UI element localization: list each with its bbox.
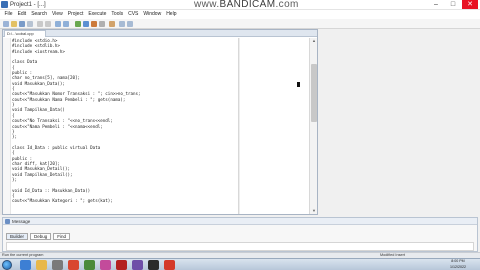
code-area[interactable]: #include <stdio.h> #include <stdlib.h> #in… — [12, 38, 236, 214]
compile-icon[interactable] — [75, 21, 81, 27]
tab-debug[interactable]: Debug — [30, 233, 52, 240]
watermark-prefix: www. — [194, 0, 220, 10]
replace-icon[interactable] — [63, 21, 69, 27]
editor-vertical-scrollbar[interactable]: ▲ ▼ — [309, 38, 317, 214]
message-output — [6, 242, 474, 251]
new-project-icon[interactable] — [119, 21, 125, 27]
message-header: Message — [3, 218, 477, 225]
app-icon-dark-red[interactable] — [116, 260, 127, 270]
taskbar: 8:00 PM 1/12/2022 — [0, 258, 480, 270]
editor-window: D:\...\cobal.cpp #include <stdio.h> #incl… — [2, 29, 318, 215]
menu-file[interactable]: File — [2, 10, 15, 19]
message-panel: Message Builder Debug Find — [2, 217, 478, 252]
scroll-thumb[interactable] — [311, 64, 317, 122]
save-icon[interactable] — [19, 21, 25, 27]
find-icon[interactable] — [55, 21, 61, 27]
undo-icon[interactable] — [37, 21, 43, 27]
app-icon-green[interactable] — [84, 260, 95, 270]
new-file-icon[interactable] — [3, 21, 9, 27]
menu-search[interactable]: Search — [29, 10, 50, 19]
project-options-icon[interactable] — [127, 21, 133, 27]
menu-help[interactable]: Help — [164, 10, 179, 19]
empty-workspace — [318, 29, 480, 215]
editor-tab[interactable]: D:\...\cobal.cpp — [4, 30, 46, 37]
debug-icon[interactable] — [109, 21, 115, 27]
app-icon-purple[interactable] — [132, 260, 143, 270]
editor-gutter — [3, 38, 11, 214]
media-icon[interactable] — [52, 260, 63, 270]
menu-tools[interactable]: Tools — [109, 10, 126, 19]
app-icon-red[interactable] — [68, 260, 79, 270]
scroll-up-icon[interactable]: ▲ — [311, 38, 317, 44]
save-all-icon[interactable] — [27, 21, 33, 27]
run-icon[interactable] — [83, 21, 89, 27]
screen: Project1 - [...] www.BANDICAM.com – □ ✕ … — [0, 0, 480, 270]
app-icon — [1, 1, 8, 8]
menu-execute[interactable]: Execute — [86, 10, 109, 19]
mouse-cursor-icon — [297, 82, 300, 87]
right-margin-line — [238, 38, 240, 214]
menu-edit[interactable]: Edit — [15, 10, 29, 19]
start-button[interactable] — [2, 260, 12, 270]
menu-project[interactable]: Project — [65, 10, 86, 19]
title-bar: Project1 - [...] www.BANDICAM.com – □ ✕ — [0, 0, 480, 10]
message-icon — [5, 219, 10, 224]
message-title: Message — [12, 219, 31, 224]
clock-date: 1/12/2022 — [450, 264, 466, 269]
menu-view[interactable]: View — [50, 10, 66, 19]
editor-tab-strip: D:\...\cobal.cpp — [3, 30, 317, 37]
rebuild-icon[interactable] — [99, 21, 105, 27]
redo-icon[interactable] — [45, 21, 51, 27]
tab-find[interactable]: Find — [53, 233, 71, 240]
menu-bar: File Edit Search View Project Execute To… — [0, 10, 480, 19]
app-icon-orange[interactable] — [164, 260, 175, 270]
app-icon-pink[interactable] — [100, 260, 111, 270]
clock-time: 8:00 PM — [451, 259, 465, 263]
open-file-icon[interactable] — [11, 21, 17, 27]
bandicam-watermark: www.BANDICAM.com — [194, 0, 299, 10]
scroll-down-icon[interactable]: ▼ — [311, 208, 317, 214]
minimize-button[interactable]: – — [428, 0, 444, 9]
toolbar — [0, 19, 480, 29]
clock[interactable]: 8:00 PM 1/12/2022 — [450, 259, 466, 270]
watermark-brand: BANDICAM — [219, 0, 276, 10]
bandicam-taskbar-icon[interactable] — [148, 260, 159, 270]
maximize-button[interactable]: □ — [445, 0, 461, 9]
menu-cvs[interactable]: CVS — [126, 10, 141, 19]
watermark-suffix: .com — [275, 0, 299, 10]
ie-icon[interactable] — [20, 260, 31, 270]
compile-run-icon[interactable] — [91, 21, 97, 27]
menu-window[interactable]: Window — [141, 10, 164, 19]
window-title: Project1 - [...] — [10, 2, 46, 8]
message-tabs: Builder Debug Find — [6, 233, 71, 240]
close-button[interactable]: ✕ — [462, 0, 478, 9]
code-line[interactable]: cout<<"Masukkan Kategori : "; gets(kat); — [12, 198, 236, 203]
tab-builder[interactable]: Builder — [6, 233, 29, 240]
folder-icon[interactable] — [36, 260, 47, 270]
